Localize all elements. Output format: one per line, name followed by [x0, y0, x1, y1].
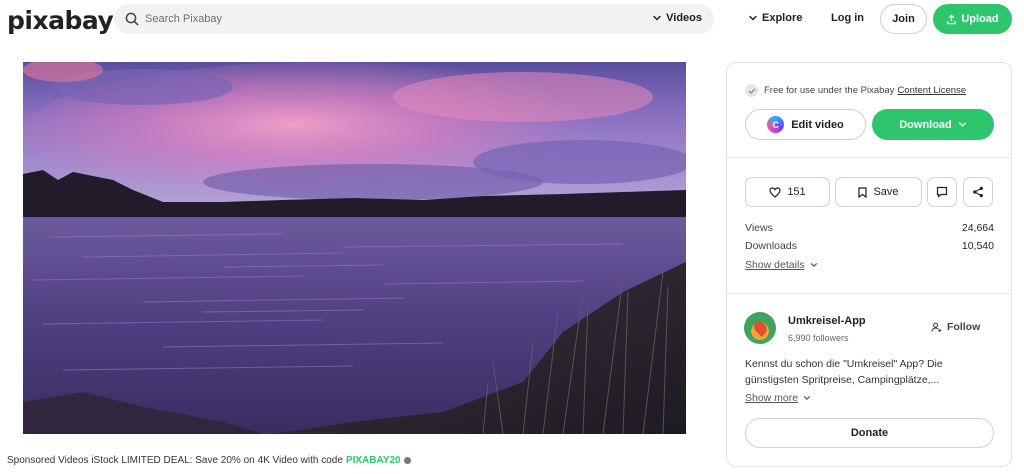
show-details-link[interactable]: Show details [745, 259, 818, 271]
login-link[interactable]: Log in [831, 12, 864, 24]
chevron-down-icon [804, 396, 811, 401]
like-count: 151 [787, 186, 806, 198]
content-license-link[interactable]: Content License [897, 85, 966, 96]
check-icon [745, 84, 758, 97]
upload-button[interactable]: Upload [933, 4, 1012, 34]
join-button[interactable]: Join [880, 4, 927, 34]
chevron-down-icon [749, 15, 757, 21]
add-user-icon [931, 322, 942, 332]
bookmark-icon [858, 186, 868, 198]
views-stat: Views 24,664 [745, 222, 994, 234]
video-player[interactable] [23, 62, 686, 434]
video-details-panel: Free for use under the Pixabay Content L… [726, 62, 1012, 467]
chevron-down-icon [810, 263, 817, 268]
search-icon [125, 12, 139, 26]
license-notice: Free for use under the Pixabay Content L… [745, 84, 966, 97]
edit-video-button[interactable]: C Edit video [745, 109, 866, 140]
share-icon [973, 186, 983, 198]
share-button[interactable] [963, 177, 993, 207]
chevron-down-icon [653, 15, 661, 21]
download-label: Download [899, 118, 952, 131]
canva-icon: C [767, 116, 785, 133]
user-bio: Kennst du schon die "Umkreisel" App? Die… [745, 356, 995, 388]
media-type-dropdown[interactable]: Videos [652, 12, 702, 24]
explore-menu[interactable]: Explore [748, 12, 802, 24]
comment-icon [936, 186, 948, 198]
info-icon[interactable] [403, 457, 411, 464]
avatar[interactable] [744, 312, 776, 344]
media-type-label: Videos [666, 12, 702, 24]
save-label: Save [873, 186, 899, 198]
follower-count: 6,990 followers [788, 333, 849, 343]
license-text: Free for use under the Pixabay [764, 85, 895, 96]
show-more-label: Show more [745, 392, 799, 404]
bio-line: Kennst du schon die "Umkreisel" App? Die [745, 358, 943, 370]
location-pin-icon [751, 319, 769, 337]
chevron-down-icon [958, 122, 966, 127]
explore-label: Explore [762, 12, 803, 24]
user-name[interactable]: Umkreisel-App [788, 315, 866, 327]
views-label: Views [745, 222, 773, 234]
download-button[interactable]: Download [872, 109, 994, 140]
heart-icon [769, 186, 781, 198]
divider [727, 157, 1011, 158]
sponsored-text: Sponsored Videos iStock LIMITED DEAL: Sa… [7, 455, 343, 466]
divider [727, 293, 1011, 294]
video-frame [23, 62, 686, 434]
sponsored-banner[interactable]: Sponsored Videos iStock LIMITED DEAL: Sa… [7, 455, 411, 466]
promo-code: PIXABAY20 [345, 455, 401, 466]
downloads-label: Downloads [745, 240, 797, 252]
downloads-value: 10,540 [961, 240, 994, 252]
comment-button[interactable] [927, 177, 957, 207]
save-button[interactable]: Save [835, 177, 922, 207]
views-value: 24,664 [961, 222, 994, 234]
donate-button[interactable]: Donate [745, 418, 994, 448]
follow-label: Follow [947, 321, 981, 333]
edit-video-label: Edit video [791, 118, 844, 131]
downloads-stat: Downloads 10,540 [745, 240, 994, 252]
upload-icon [947, 13, 957, 24]
show-details-label: Show details [745, 259, 805, 271]
upload-label: Upload [961, 13, 999, 25]
follow-button[interactable]: Follow [931, 321, 980, 333]
pixabay-logo[interactable]: pixabay [7, 6, 114, 35]
search-input[interactable] [145, 4, 645, 34]
show-more-link[interactable]: Show more [745, 392, 811, 404]
like-button[interactable]: 151 [745, 177, 830, 207]
search-bar[interactable]: Videos [114, 4, 714, 34]
bio-line: günstigsten Spritpreise, Campingplätze,.… [745, 374, 940, 386]
